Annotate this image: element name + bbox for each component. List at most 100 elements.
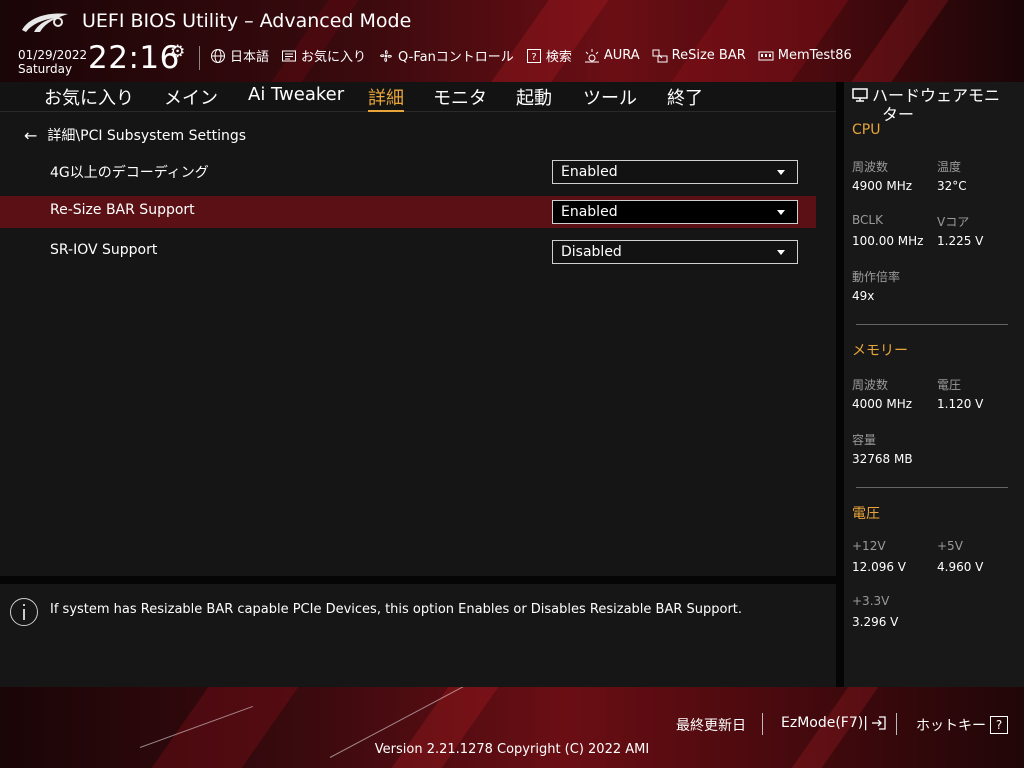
main-panel: お気に入り メイン Ai Tweaker 詳細 モニタ 起動 ツール 終了 ← … xyxy=(0,82,836,576)
header-toolbar: 日本語 お気に入り Q-Fanコントロール ? 検索 AURA ReSize B… xyxy=(210,46,864,65)
select-value: Enabled xyxy=(561,204,618,220)
favorites-button[interactable]: お気に入り xyxy=(281,46,366,65)
tab-monitor[interactable]: モニタ xyxy=(433,84,487,110)
ezmode-button[interactable]: EzMode(F7)| xyxy=(781,715,886,731)
v33-value: 3.296 V xyxy=(852,615,899,629)
tab-bar: お気に入り メイン Ai Tweaker 詳細 モニタ 起動 ツール 終了 xyxy=(0,82,836,112)
exit-icon xyxy=(871,716,886,730)
cpu-freq-label: 周波数 xyxy=(852,160,889,174)
footer-separator xyxy=(762,713,763,735)
dropdown-caret-icon xyxy=(777,250,785,255)
resize-bar-button[interactable]: ReSize BAR xyxy=(652,46,746,65)
tab-ai-tweaker[interactable]: Ai Tweaker xyxy=(248,84,344,105)
hotkeys-label: ホットキー xyxy=(916,718,986,734)
header-bar: UEFI BIOS Utility – Advanced Mode 01/29/… xyxy=(0,0,1024,82)
search-label: 検索 xyxy=(545,50,572,65)
help-text: If system has Resizable BAR capable PCIe… xyxy=(50,602,743,617)
clock: 22:16 xyxy=(88,40,180,76)
help-panel: If system has Resizable BAR capable PCIe… xyxy=(0,576,836,687)
favorites-label: お気に入り xyxy=(301,50,367,65)
setting-label: 4G以上のデコーディング xyxy=(50,165,209,181)
setting-row-resize-bar[interactable]: Re-Size BAR Support Enabled xyxy=(0,196,816,228)
panel-divider xyxy=(836,82,844,687)
qfan-button[interactable]: Q-Fanコントロール xyxy=(378,46,514,65)
search-button[interactable]: ? 検索 xyxy=(526,46,572,65)
mem-cap-value: 32768 MB xyxy=(852,452,913,466)
header-decor xyxy=(671,0,849,82)
v33-label: +3.3V xyxy=(852,594,890,608)
resize-bar-icon xyxy=(652,49,668,62)
v12-value: 12.096 V xyxy=(852,560,907,574)
language-label: 日本語 xyxy=(230,50,270,65)
breadcrumb-path: 詳細\PCI Subsystem Settings xyxy=(47,128,247,144)
memtest-icon xyxy=(758,51,774,60)
select-value: Enabled xyxy=(561,164,618,180)
voltage-heading: 電圧 xyxy=(852,506,880,522)
resize-bar-select[interactable]: Enabled xyxy=(552,200,798,224)
mem-volt-value: 1.120 V xyxy=(937,397,984,411)
back-arrow-icon[interactable]: ← xyxy=(24,126,37,145)
language-button[interactable]: 日本語 xyxy=(210,46,269,65)
hw-divider xyxy=(856,324,1008,325)
tab-main[interactable]: メイン xyxy=(164,84,218,110)
header-decor xyxy=(851,0,949,82)
rog-logo-icon xyxy=(22,13,68,32)
tab-boot[interactable]: 起動 xyxy=(516,84,552,110)
tab-favorites[interactable]: お気に入り xyxy=(44,84,134,110)
aura-icon xyxy=(584,48,599,62)
mem-volt-label: 電圧 xyxy=(937,378,962,392)
cpu-freq-value: 4900 MHz xyxy=(852,179,913,193)
hw-divider xyxy=(856,487,1008,488)
mem-freq-label: 周波数 xyxy=(852,378,889,392)
v12-label: +12V xyxy=(852,539,886,553)
dropdown-caret-icon xyxy=(777,170,785,175)
fan-icon xyxy=(380,49,392,62)
hotkeys-button[interactable]: ホットキー ? xyxy=(916,715,1008,735)
memtest-label: MemTest86 xyxy=(777,48,852,63)
mem-cap-label: 容量 xyxy=(852,433,877,447)
select-value: Disabled xyxy=(561,244,622,260)
ratio-label: 動作倍率 xyxy=(852,270,901,284)
footer-bar: 最終更新日 EzMode(F7)| ホットキー ? Version 2.21.1… xyxy=(0,687,1024,768)
gear-icon[interactable]: ⚙ xyxy=(170,42,185,62)
header-separator xyxy=(199,46,200,70)
cpu-heading: CPU xyxy=(852,122,881,138)
last-modified-button[interactable]: 最終更新日 xyxy=(676,715,746,735)
qfan-label: Q-Fanコントロール xyxy=(398,50,514,65)
vcore-label: Vコア xyxy=(937,215,970,229)
tab-tool[interactable]: ツール xyxy=(583,84,637,110)
bclk-value: 100.00 MHz xyxy=(852,234,924,248)
cpu-temp-value: 32°C xyxy=(937,179,967,193)
hw-title-line1: ハードウェアモニ xyxy=(872,86,1001,105)
info-icon xyxy=(10,598,38,626)
setting-row-sr-iov[interactable]: SR-IOV Support Disabled xyxy=(0,236,816,268)
aura-button[interactable]: AURA xyxy=(584,46,640,65)
breadcrumb: ← 詳細\PCI Subsystem Settings xyxy=(24,125,246,145)
tab-exit[interactable]: 終了 xyxy=(667,84,703,110)
memtest-button[interactable]: MemTest86 xyxy=(758,46,852,65)
sr-iov-select[interactable]: Disabled xyxy=(552,240,798,264)
footer-separator xyxy=(896,713,897,735)
version-text: Version 2.21.1278 Copyright (C) 2022 AMI xyxy=(374,742,650,757)
mem-freq-value: 4000 MHz xyxy=(852,397,913,411)
favorites-icon xyxy=(282,50,297,61)
aura-label: AURA xyxy=(603,48,640,63)
ratio-value: 49x xyxy=(852,289,875,303)
day-display: Saturday xyxy=(18,62,73,76)
above-4g-decoding-select[interactable]: Enabled xyxy=(552,160,798,184)
v5-value: 4.960 V xyxy=(937,560,984,574)
cpu-temp-label: 温度 xyxy=(937,160,962,174)
hardware-monitor-title: ハードウェアモニ ター xyxy=(852,86,1022,124)
header-decor xyxy=(491,0,609,82)
tab-advanced[interactable]: 詳細 xyxy=(368,84,404,112)
dropdown-caret-icon xyxy=(777,210,785,215)
setting-label: Re-Size BAR Support xyxy=(50,202,195,218)
app-title: UEFI BIOS Utility – Advanced Mode xyxy=(82,10,412,32)
memory-heading: メモリー xyxy=(852,343,908,359)
globe-icon xyxy=(211,48,225,63)
vcore-value: 1.225 V xyxy=(937,234,984,248)
setting-label: SR-IOV Support xyxy=(50,242,158,258)
search-icon: ? xyxy=(526,48,541,63)
v5-label: +5V xyxy=(937,539,963,553)
setting-row-above-4g-decoding[interactable]: 4G以上のデコーディング Enabled xyxy=(0,156,816,188)
